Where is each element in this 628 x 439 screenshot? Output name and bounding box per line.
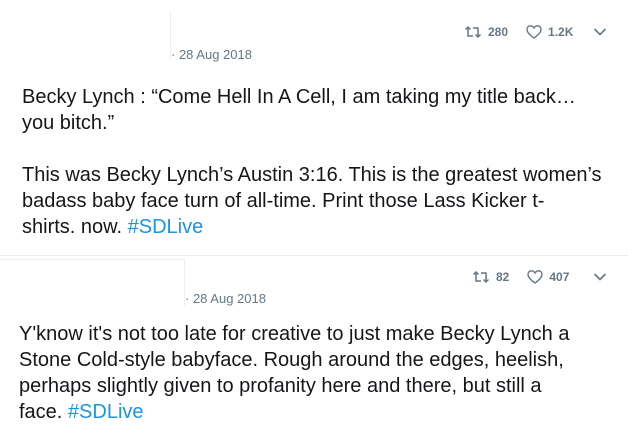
tweet-date[interactable]: · 28 Aug 2018: [171, 47, 252, 62]
hashtag-link[interactable]: #SDLive: [68, 401, 144, 423]
retweet-button[interactable]: 280: [464, 24, 508, 40]
tweet: · 28 Aug 2018 82 407 Y'know it's not too…: [0, 255, 628, 439]
like-count: 407: [549, 270, 570, 284]
retweet-icon: [464, 25, 482, 39]
more-menu-button[interactable]: [593, 27, 607, 37]
tweet-paragraph: Becky Lynch : “Come Hell In A Cell, I am…: [22, 86, 576, 134]
tweet: · 28 Aug 2018 280 1.2K Becky Lynch : “Co…: [0, 0, 628, 255]
tweet-text: Y'know it's not too late for creative to…: [19, 321, 614, 425]
tweet-actions: 82 407: [472, 269, 607, 285]
heart-icon: [526, 25, 542, 39]
redacted-author-area: [0, 11, 171, 59]
tweet-date[interactable]: · 28 Aug 2018: [185, 291, 266, 306]
chevron-down-icon: [594, 28, 607, 36]
retweet-icon: [472, 270, 490, 284]
redacted-author-area: [0, 259, 185, 306]
heart-icon: [527, 270, 544, 284]
tweet-paragraph: This was Becky Lynch’s Austin 3:16. This…: [22, 162, 614, 240]
retweet-button[interactable]: 82: [472, 269, 509, 285]
retweet-count: 82: [496, 270, 510, 284]
like-button[interactable]: 1.2K: [526, 24, 573, 40]
tweet-paragraph-text: This was Becky Lynch’s Austin 3:16. This…: [22, 164, 602, 238]
hashtag-link[interactable]: #SDLive: [128, 216, 204, 238]
more-menu-button[interactable]: [593, 272, 607, 282]
tweet-actions: 280 1.2K: [464, 24, 607, 40]
tweet-text: Becky Lynch : “Come Hell In A Cell, I am…: [22, 84, 614, 240]
retweet-count: 280: [488, 25, 509, 39]
like-button[interactable]: 407: [527, 269, 569, 285]
chevron-down-icon: [594, 273, 607, 281]
like-count: 1.2K: [548, 25, 574, 39]
